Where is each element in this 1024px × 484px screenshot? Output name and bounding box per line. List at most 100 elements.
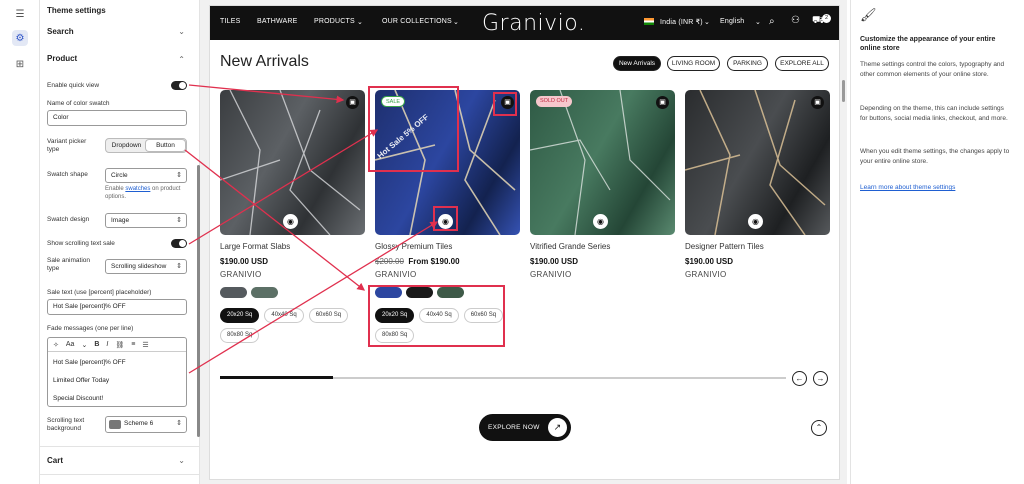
chevron-up-icon[interactable]: ⌃ xyxy=(178,55,185,64)
slider-next-button[interactable]: → xyxy=(813,371,828,386)
product-vendor: GRANIVIO xyxy=(375,270,417,279)
swatch-design-select[interactable]: Image ⇕ xyxy=(105,213,187,228)
nav-collections[interactable]: OUR COLLECTIONS xyxy=(382,18,452,25)
locale-selector[interactable]: India (INR ₹) xyxy=(660,18,703,26)
size-option[interactable]: 40x40 Sq xyxy=(264,308,304,323)
chevron-down-icon[interactable]: ⌄ xyxy=(453,18,459,26)
filter-living-room[interactable]: LIVING ROOM xyxy=(667,56,720,71)
chevron-down-icon[interactable]: ⌄ xyxy=(704,18,710,26)
scroll-bg-label: Scrolling text background xyxy=(47,417,85,433)
color-swatch-input[interactable]: Color xyxy=(47,110,187,126)
product-image[interactable]: ▣ ◉ xyxy=(685,90,830,235)
swatches-link[interactable]: swatches xyxy=(125,186,150,192)
product-title[interactable]: Glossy Premium Tiles xyxy=(375,242,452,251)
preview-scrollbar[interactable] xyxy=(842,80,845,102)
swatch-option[interactable] xyxy=(437,287,464,298)
product-title[interactable]: Vitrified Grande Series xyxy=(530,242,610,251)
variant-button-option[interactable]: Button xyxy=(146,140,185,151)
sections-icon[interactable]: ☰ xyxy=(12,6,28,22)
nav-bathware[interactable]: BATHWARE xyxy=(257,18,298,25)
product-image[interactable]: SALE Hot Sale 5% OFF ▣ ◉ xyxy=(375,90,520,235)
chevron-down-icon[interactable]: ⌄ xyxy=(357,18,363,26)
search-icon[interactable]: ⌕ xyxy=(769,16,775,27)
slider-progress-track[interactable] xyxy=(220,376,786,379)
swatch-option[interactable] xyxy=(220,287,247,298)
size-options: 20x20 Sq 40x40 Sq 60x60 Sq 80x80 Sq xyxy=(220,308,350,343)
bold-button[interactable]: B xyxy=(94,341,99,348)
info-heading: Customize the appearance of your entire … xyxy=(860,36,996,53)
product-vendor: GRANIVIO xyxy=(685,270,727,279)
sale-animation-select[interactable]: Scrolling slideshow ⇕ xyxy=(105,259,187,274)
india-flag-icon xyxy=(644,18,654,25)
product-card[interactable]: SALE Hot Sale 5% OFF ▣ ◉ Glossy Premium … xyxy=(375,90,520,343)
select-arrows-icon: ⇕ xyxy=(176,420,182,427)
text-style-button[interactable]: Aa xyxy=(66,341,75,348)
quick-view-label: Enable quick view xyxy=(47,82,100,89)
swatch-option[interactable] xyxy=(251,287,278,298)
slider-prev-button[interactable]: ← xyxy=(792,371,807,386)
language-selector[interactable]: English xyxy=(720,18,744,25)
numbered-list-icon[interactable]: ☰ xyxy=(142,341,148,349)
chevron-down-icon[interactable]: ⌄ xyxy=(178,27,185,36)
theme-settings-icon[interactable]: ⚙ xyxy=(12,30,28,46)
size-option[interactable]: 40x40 Sq xyxy=(419,308,459,323)
filter-explore-all[interactable]: EXPLORE ALL xyxy=(775,56,829,71)
product-title[interactable]: Large Format Slabs xyxy=(220,242,290,251)
italic-button[interactable]: I xyxy=(106,341,108,348)
learn-more-link[interactable]: Learn more about theme settings xyxy=(860,184,955,191)
size-option[interactable]: 20x20 Sq xyxy=(220,308,260,323)
product-image[interactable]: SOLD OUT ▣ ◉ xyxy=(530,90,675,235)
product-section[interactable]: Product xyxy=(47,54,77,63)
quick-view-eye-icon[interactable]: ◉ xyxy=(438,214,453,229)
size-option[interactable]: 80x80 Sq xyxy=(220,328,260,343)
chevron-down-icon[interactable]: ⌄ xyxy=(81,341,87,349)
product-price: From $190.00 xyxy=(408,257,460,266)
magic-icon[interactable]: ✧ xyxy=(53,341,59,349)
product-image[interactable]: ▣ ◉ xyxy=(220,90,365,235)
link-icon[interactable]: ⛓ xyxy=(115,341,124,349)
nav-tiles[interactable]: TILES xyxy=(220,18,240,25)
bullet-list-icon[interactable]: ≡ xyxy=(131,341,135,348)
account-icon[interactable]: ⚇ xyxy=(791,15,800,26)
apps-icon[interactable]: ⊞ xyxy=(12,56,28,72)
swatch-option[interactable] xyxy=(406,287,433,298)
swatch-design-label: Swatch design xyxy=(47,216,90,223)
filter-parking[interactable]: PARKING xyxy=(727,56,768,71)
scroll-bg-select[interactable]: Scheme 6 ⇕ xyxy=(105,416,187,433)
product-card[interactable]: SOLD OUT ▣ ◉ Vitrified Grande Series $19… xyxy=(530,90,675,279)
swatch-shape-select[interactable]: Circle ⇕ xyxy=(105,168,187,183)
quick-add-bag-icon[interactable]: ▣ xyxy=(346,96,359,109)
quick-add-bag-icon[interactable]: ▣ xyxy=(501,96,514,109)
explore-now-button[interactable]: EXPLORE NOW ↗ xyxy=(479,414,571,441)
chevron-down-icon[interactable]: ⌄ xyxy=(178,456,185,465)
fade-messages-editor[interactable]: ✧ Aa ⌄ B I ⛓ ≡ ☰ Hot Sale [percent]% OFF… xyxy=(47,337,187,407)
sale-text-input[interactable]: Hot Sale [percent]% OFF xyxy=(47,299,187,315)
nav-products[interactable]: PRODUCTS xyxy=(314,18,355,25)
back-to-top-button[interactable]: ⌃ xyxy=(811,420,827,436)
quick-view-eye-icon[interactable]: ◉ xyxy=(748,214,763,229)
swatch-option[interactable] xyxy=(375,287,402,298)
quick-add-bag-icon[interactable]: ▣ xyxy=(656,96,669,109)
quick-view-toggle[interactable] xyxy=(171,81,187,90)
size-option[interactable]: 80x80 Sq xyxy=(375,328,415,343)
variant-dropdown-option[interactable]: Dropdown xyxy=(107,140,146,151)
search-section[interactable]: Search xyxy=(47,27,74,36)
arrow-up-right-icon: ↗ xyxy=(548,418,567,437)
size-option[interactable]: 20x20 Sq xyxy=(375,308,415,323)
store-logo[interactable]: Granivio. xyxy=(482,11,585,36)
divider xyxy=(40,474,199,475)
chevron-down-icon[interactable]: ⌄ xyxy=(755,18,761,26)
cart-section[interactable]: Cart xyxy=(47,456,63,465)
size-option[interactable]: 60x60 Sq xyxy=(308,308,349,323)
info-paragraph: Depending on the theme, this can include… xyxy=(860,105,1008,123)
product-card[interactable]: ▣ ◉ Large Format Slabs $190.00 USD GRANI… xyxy=(220,90,365,343)
quick-add-bag-icon[interactable]: ▣ xyxy=(811,96,824,109)
size-option[interactable]: 60x60 Sq xyxy=(463,308,504,323)
quick-view-eye-icon[interactable]: ◉ xyxy=(283,214,298,229)
product-title[interactable]: Designer Pattern Tiles xyxy=(685,242,764,251)
product-card[interactable]: ▣ ◉ Designer Pattern Tiles $190.00 USD G… xyxy=(685,90,830,279)
quick-view-eye-icon[interactable]: ◉ xyxy=(593,214,608,229)
sale-text-label: Sale text (use [percent] placeholder) xyxy=(47,289,152,296)
filter-new-arrivals[interactable]: New Arrivals xyxy=(613,56,661,71)
scrolling-sale-toggle[interactable] xyxy=(171,239,187,248)
